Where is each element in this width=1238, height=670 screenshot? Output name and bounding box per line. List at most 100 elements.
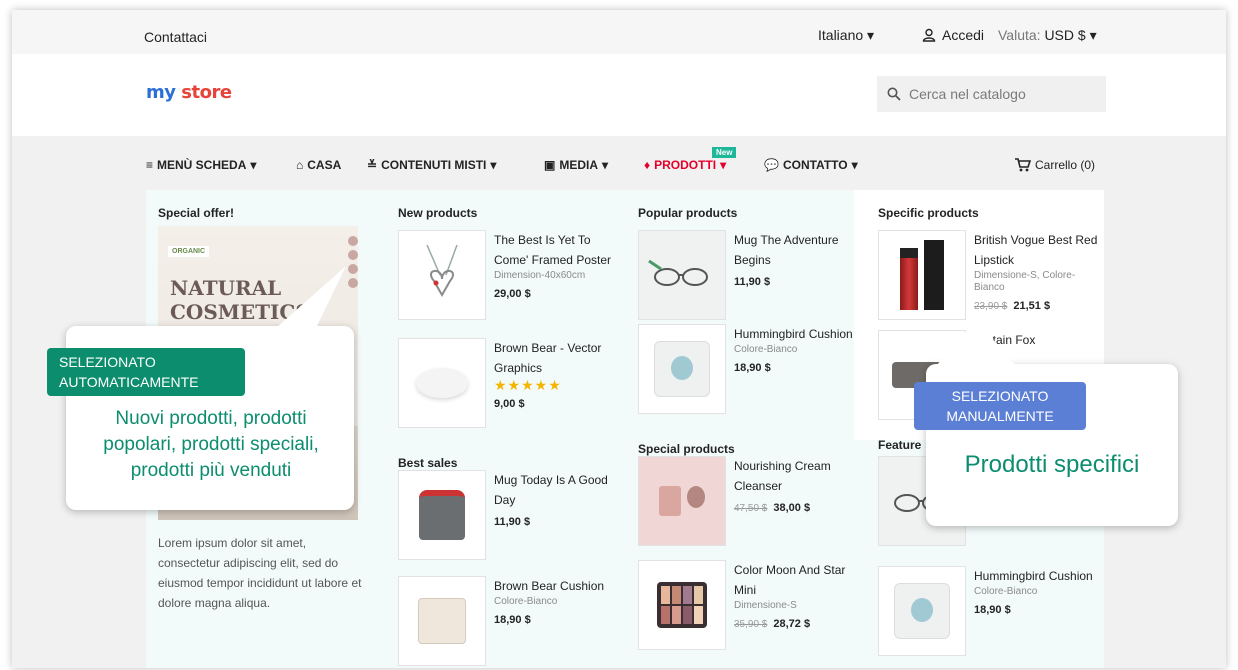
user-icon bbox=[922, 28, 936, 42]
product-name[interactable]: British Vogue Best Red Lipstick bbox=[974, 230, 1098, 270]
cream-jars-image-icon bbox=[659, 486, 705, 516]
cart-icon bbox=[1015, 158, 1031, 172]
search-input[interactable]: Cerca nel catalogo bbox=[909, 86, 1026, 102]
product-card[interactable]: Hummingbird Cushion Colore-Bianco 18,90 … bbox=[878, 566, 1098, 656]
search-box[interactable]: Cerca nel catalogo bbox=[877, 76, 1106, 112]
caret-down-icon: ▾ bbox=[250, 158, 257, 172]
palette-image-icon bbox=[657, 582, 707, 628]
product-thumbnail[interactable] bbox=[638, 230, 726, 320]
nav-label: CONTATTO bbox=[782, 158, 848, 172]
featured-column: Feature bbox=[878, 438, 921, 458]
old-price: 35,90 $ bbox=[734, 619, 768, 630]
manual-selected-description: Prodotti specifici bbox=[964, 451, 1140, 478]
auto-selected-description: Nuovi prodotti, prodotti popolari, prodo… bbox=[103, 408, 319, 481]
product-name[interactable]: Hummingbird Cushion bbox=[734, 324, 858, 344]
product-name[interactable]: The Best Is Yet To Come' Framed Poster bbox=[494, 230, 618, 270]
top-bar: Contattaci Italiano ▾ Accedi Valuta: USD… bbox=[12, 10, 1226, 54]
banner-heading: NATURAL COSMETICS bbox=[170, 276, 310, 324]
product-price: 18,90 $ bbox=[974, 604, 1011, 616]
product-price: 21,51 $ bbox=[1013, 300, 1051, 312]
column-title: Special offer! bbox=[158, 206, 235, 220]
nav-label: CASA bbox=[307, 158, 342, 172]
product-info: Hummingbird Cushion Colore-Bianco 18,90 … bbox=[734, 324, 858, 414]
product-info: Mug Today Is A Good Day 11,90 $ bbox=[494, 470, 618, 560]
product-card[interactable]: Color Moon And Star Mini Dimensione-S 35… bbox=[638, 560, 858, 650]
product-price-row: 35,90 $ 28,72 $ bbox=[734, 614, 858, 635]
nav-item-contact[interactable]: 💬 CONTATTO ▾ bbox=[764, 158, 858, 172]
product-card[interactable]: Hummingbird Cushion Colore-Bianco 18,90 … bbox=[638, 324, 858, 414]
product-card[interactable]: Brown Bear - Vector Graphics ★★★★★ 9,00 … bbox=[398, 338, 618, 428]
product-info: Hummingbird Cushion Colore-Bianco 18,90 … bbox=[974, 566, 1098, 656]
new-products-column: New products bbox=[398, 206, 477, 226]
product-thumbnail[interactable] bbox=[398, 576, 486, 666]
product-name[interactable]: Mug The Adventure Begins bbox=[734, 230, 858, 270]
column-title: Best sales bbox=[398, 456, 458, 470]
language-selector[interactable]: Italiano ▾ bbox=[818, 27, 874, 44]
product-thumbnail[interactable] bbox=[398, 338, 486, 428]
column-title: Feature bbox=[878, 438, 922, 452]
product-thumbnail[interactable] bbox=[638, 324, 726, 414]
nav-label: PRODOTTI bbox=[654, 158, 717, 172]
nav-item-products[interactable]: ♦ PRODOTTI ▾ bbox=[644, 158, 726, 172]
column-title: Special products bbox=[638, 442, 735, 456]
cart-link[interactable]: Carrello (0) bbox=[1015, 158, 1095, 172]
product-thumbnail[interactable] bbox=[398, 470, 486, 560]
nav-label: MENÙ SCHEDA bbox=[157, 158, 247, 172]
nav-item-home[interactable]: ⌂ CASA bbox=[296, 158, 341, 172]
product-thumbnail[interactable] bbox=[398, 230, 486, 320]
product-variant: Colore-Bianco bbox=[974, 586, 1038, 597]
column-title: Specific products bbox=[878, 206, 979, 220]
search-icon[interactable] bbox=[887, 87, 901, 101]
nav-item-menu-tab[interactable]: ≡ MENÙ SCHEDA ▾ bbox=[146, 158, 256, 172]
store-logo[interactable]: my store bbox=[146, 82, 232, 103]
contact-link[interactable]: Contattaci bbox=[144, 29, 207, 45]
caret-down-icon: ▾ bbox=[867, 27, 875, 43]
special-offer-text: Lorem ipsum dolor sit amet, consectetur … bbox=[158, 536, 362, 610]
callout-pointer bbox=[276, 266, 346, 328]
product-card[interactable]: Mug Today Is A Good Day 11,90 $ bbox=[398, 470, 618, 560]
nav-label: CONTENUTI MISTI bbox=[381, 158, 487, 172]
language-label: Italiano bbox=[818, 27, 864, 43]
product-price: 29,00 $ bbox=[494, 288, 531, 300]
product-price: 9,00 $ bbox=[494, 398, 525, 410]
product-name[interactable]: Brown Bear Cushion bbox=[494, 576, 618, 596]
product-price-row: 23,90 $ 21,51 $ bbox=[974, 296, 1098, 317]
product-thumbnail[interactable] bbox=[638, 456, 726, 546]
product-thumbnail[interactable] bbox=[638, 560, 726, 650]
product-info: British Vogue Best Red Lipstick Dimensio… bbox=[974, 230, 1098, 320]
caret-down-icon: ▾ bbox=[851, 158, 858, 172]
product-variant: Colore-Bianco bbox=[494, 596, 558, 607]
product-card[interactable]: Nourishing Cream Cleanser 47,50 $ 38,00 $ bbox=[638, 456, 858, 546]
login-label: Accedi bbox=[942, 27, 985, 43]
product-card[interactable]: The Best Is Yet To Come' Framed Poster D… bbox=[398, 230, 618, 320]
product-card[interactable]: British Vogue Best Red Lipstick Dimensio… bbox=[878, 230, 1098, 320]
product-name[interactable]: Nourishing Cream Cleanser bbox=[734, 456, 858, 496]
lipstick-image-icon bbox=[900, 240, 944, 310]
product-thumbnail[interactable] bbox=[878, 230, 966, 320]
nav-item-mixed-content[interactable]: ≚ CONTENUTI MISTI ▾ bbox=[367, 158, 496, 172]
header: my store Cerca nel catalogo bbox=[12, 54, 1226, 136]
logo-part-my: my bbox=[146, 82, 176, 103]
product-card[interactable]: Brown Bear Cushion Colore-Bianco 18,90 $ bbox=[398, 576, 618, 666]
product-name[interactable]: Color Moon And Star Mini bbox=[734, 560, 858, 600]
product-card[interactable]: Mug The Adventure Begins 11,90 $ bbox=[638, 230, 858, 320]
product-variant: Dimensione-S, Colore-Bianco bbox=[974, 270, 1076, 293]
currency-label: Valuta: bbox=[998, 27, 1041, 43]
column-title: Popular products bbox=[638, 206, 738, 220]
product-name[interactable]: Mug Today Is A Good Day bbox=[494, 470, 618, 510]
banner-brand: ORGANIC bbox=[168, 246, 210, 257]
auto-selected-tag: SELEZIONATO AUTOMATICAMENTE bbox=[47, 348, 245, 396]
necklace-image-icon bbox=[426, 245, 458, 298]
nav-item-media[interactable]: ▣ MEDIA ▾ bbox=[544, 158, 608, 172]
cushion-image-icon bbox=[894, 583, 950, 639]
product-info: Brown Bear - Vector Graphics ★★★★★ 9,00 … bbox=[494, 338, 618, 428]
product-name[interactable]: Brown Bear - Vector Graphics bbox=[494, 338, 618, 378]
product-thumbnail[interactable] bbox=[878, 566, 966, 656]
login-link[interactable]: Accedi bbox=[922, 27, 984, 43]
product-name[interactable]: Hummingbird Cushion bbox=[974, 566, 1098, 586]
main-nav: ≡ MENÙ SCHEDA ▾ ⌂ CASA ≚ CONTENUTI MISTI ▾ ▣ M… bbox=[12, 136, 1226, 190]
currency-selector[interactable]: Valuta: USD $ ▾ bbox=[998, 27, 1097, 44]
nav-label: MEDIA bbox=[559, 158, 599, 172]
rating-stars: ★★★★★ bbox=[494, 377, 562, 393]
callout-pointer bbox=[936, 320, 1016, 366]
